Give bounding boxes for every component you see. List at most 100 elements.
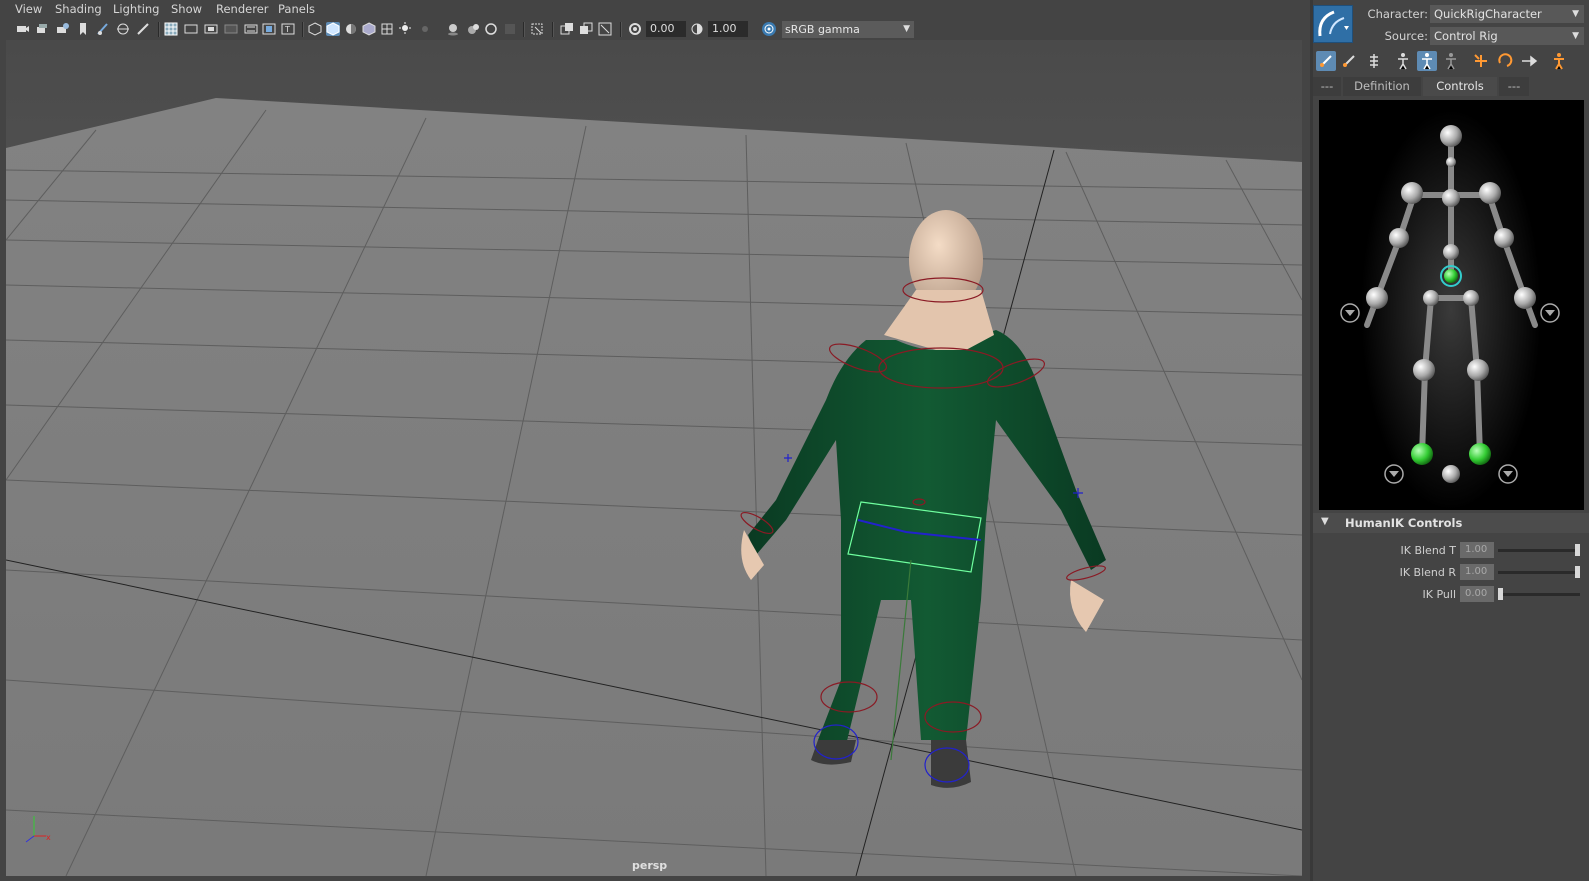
tab-controls[interactable]: Controls: [1423, 77, 1497, 96]
lights-icon[interactable]: [380, 22, 394, 36]
character-controls-view[interactable]: [1319, 100, 1584, 510]
menu-show[interactable]: Show: [171, 2, 202, 16]
toolbar-separator: [620, 22, 622, 37]
release-pin-icon[interactable]: [1519, 51, 1539, 71]
slider-value-field[interactable]: 1.00: [1460, 542, 1494, 558]
tab-previous[interactable]: ---: [1313, 77, 1341, 96]
head-effector[interactable]: [1440, 125, 1462, 147]
menu-view[interactable]: View: [15, 2, 42, 16]
xray-icon[interactable]: T: [281, 22, 295, 36]
tab-next[interactable]: ---: [1499, 77, 1529, 96]
reference-effector[interactable]: [1442, 465, 1460, 483]
shadows-icon[interactable]: [398, 22, 412, 36]
camera-attributes-icon[interactable]: [36, 22, 50, 36]
left-wrist-effector[interactable]: [1366, 287, 1388, 309]
field-chart-icon[interactable]: [204, 22, 218, 36]
left-elbow-effector[interactable]: [1389, 228, 1409, 248]
panel-toolbar: T 0.00 1.00 sRGB gamma ▼: [0, 19, 1302, 40]
textured-icon[interactable]: [362, 22, 376, 36]
source-dropdown[interactable]: Control Rig ▼: [1430, 27, 1584, 45]
color-management-icon[interactable]: [762, 22, 776, 36]
neck-effector[interactable]: [1446, 157, 1456, 167]
slider-label: IK Blend T: [1400, 544, 1457, 557]
chest-effector[interactable]: [1442, 189, 1460, 207]
bookmarks-icon[interactable]: [56, 22, 70, 36]
gate-mask-icon[interactable]: [184, 22, 198, 36]
right-hand-expand-button[interactable]: [1540, 303, 1560, 323]
motion-blur-icon[interactable]: [446, 22, 460, 36]
stance-pose-icon[interactable]: [1393, 51, 1413, 71]
resolution-gate-icon[interactable]: [164, 22, 178, 36]
grease-pencil-icon[interactable]: [96, 22, 110, 36]
humanik-logo-button[interactable]: [1313, 5, 1353, 43]
slider-value-field[interactable]: 0.00: [1460, 586, 1494, 602]
menu-renderer[interactable]: Renderer: [216, 2, 269, 16]
right-hip-effector[interactable]: [1463, 290, 1479, 306]
backface-culling-icon[interactable]: [530, 22, 544, 36]
grid-toggle-icon[interactable]: [560, 22, 574, 36]
exposure-field[interactable]: 0.00: [646, 21, 686, 37]
exposure-icon[interactable]: [628, 22, 642, 36]
right-wrist-effector[interactable]: [1514, 287, 1536, 309]
left-ankle-effector[interactable]: [1411, 443, 1433, 465]
toolbar-separator: [158, 22, 160, 37]
menu-lighting[interactable]: Lighting: [113, 2, 159, 16]
character-dropdown[interactable]: QuickRigCharacter ▼: [1430, 5, 1584, 23]
slider-handle[interactable]: [1575, 566, 1580, 578]
smooth-shade-icon[interactable]: [326, 22, 340, 36]
depth-of-field-icon[interactable]: [484, 22, 498, 36]
film-gate-icon[interactable]: [136, 22, 150, 36]
humanik-controls-section-header[interactable]: ▼ HumanIK Controls: [1313, 513, 1589, 533]
gamma-icon[interactable]: [690, 22, 704, 36]
ground-plane: [6, 98, 1302, 876]
ssao-icon[interactable]: [418, 22, 432, 36]
multisample-icon[interactable]: [466, 22, 480, 36]
safe-action-icon[interactable]: [224, 22, 238, 36]
camera-select-icon[interactable]: [16, 22, 30, 36]
right-elbow-effector[interactable]: [1494, 228, 1514, 248]
right-ankle-effector[interactable]: [1469, 443, 1491, 465]
slider-track[interactable]: [1498, 549, 1580, 552]
slider-handle[interactable]: [1498, 588, 1503, 600]
wireframe-icon[interactable]: [308, 22, 322, 36]
spine-effector[interactable]: [1443, 244, 1459, 260]
right-foot-expand-button[interactable]: [1498, 464, 1518, 484]
mirror-icon[interactable]: [1549, 51, 1569, 71]
left-hip-effector[interactable]: [1423, 290, 1439, 306]
grid-icon[interactable]: [116, 22, 130, 36]
slider-track[interactable]: [1498, 571, 1580, 574]
isolate-select-icon[interactable]: [262, 22, 276, 36]
slider-value-field[interactable]: 1.00: [1460, 564, 1494, 580]
right-shoulder-effector[interactable]: [1479, 182, 1501, 204]
reach-translate-icon[interactable]: [1471, 51, 1491, 71]
left-knee-effector[interactable]: [1413, 359, 1435, 381]
perspective-scene[interactable]: x: [6, 40, 1302, 876]
slider-handle[interactable]: [1575, 544, 1580, 556]
select-effector-icon[interactable]: [1364, 51, 1384, 71]
default-material-icon[interactable]: [344, 22, 358, 36]
xray-joints-icon[interactable]: [503, 22, 517, 36]
left-foot-expand-button[interactable]: [1384, 464, 1404, 484]
pin-translate-icon[interactable]: [1441, 51, 1461, 71]
color-space-dropdown[interactable]: sRGB gamma ▼: [782, 21, 914, 38]
viewport-panel[interactable]: View Shading Lighting Show Renderer Pane…: [0, 0, 1302, 881]
menu-panels[interactable]: Panels: [278, 2, 315, 16]
tab-definition[interactable]: Definition: [1343, 77, 1421, 96]
gamma-field[interactable]: 1.00: [708, 21, 748, 37]
camera-name-label: persp: [632, 859, 668, 872]
active-pin-icon[interactable]: [1417, 51, 1437, 71]
hud-toggle-icon[interactable]: [579, 22, 593, 36]
slider-track[interactable]: [1498, 593, 1580, 596]
left-shoulder-effector[interactable]: [1401, 182, 1423, 204]
full-body-icon[interactable]: [1316, 51, 1336, 71]
toolbar-separator: [552, 22, 554, 37]
right-knee-effector[interactable]: [1467, 359, 1489, 381]
menu-shading[interactable]: Shading: [55, 2, 102, 16]
hips-effector[interactable]: [1444, 269, 1458, 283]
left-hand-expand-button[interactable]: [1340, 303, 1360, 323]
reach-rotate-icon[interactable]: [1495, 51, 1515, 71]
image-plane-icon[interactable]: [76, 22, 90, 36]
safe-title-icon[interactable]: [244, 22, 258, 36]
body-part-icon[interactable]: [1339, 51, 1359, 71]
frame-all-icon[interactable]: [598, 22, 612, 36]
